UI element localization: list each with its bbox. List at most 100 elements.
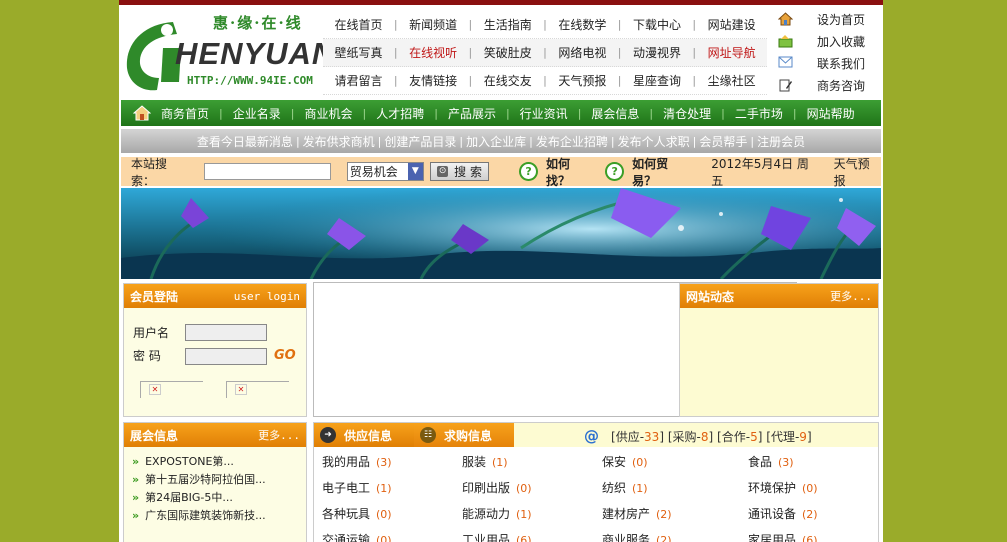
nav-item[interactable]: 展会信息 — [581, 105, 649, 122]
bullet-icon: » — [132, 455, 140, 468]
category-link[interactable]: 家居用品 (6) — [740, 531, 878, 542]
sub-nav-item[interactable]: 加入企业库 — [463, 133, 529, 150]
expo-header: 展会信息 更多... — [124, 423, 306, 447]
channel-link[interactable]: 天气预报 — [547, 72, 618, 89]
tab-supply[interactable]: ➜ 供应信息 — [314, 423, 414, 447]
expo-list: » EXPOSTONE第... » 第十五届沙特阿拉伯国... » 第24届BIG-5… — [124, 453, 306, 525]
expo-item-label: 第24届BIG-5中... — [145, 491, 233, 504]
expo-item[interactable]: » 广东国际建筑装饰新技... — [132, 507, 306, 525]
contact-us-link[interactable]: 联系我们 — [773, 52, 883, 74]
broken-image-icon[interactable]: ✕ — [140, 381, 203, 398]
sub-nav-item[interactable]: 注册会员 — [754, 133, 808, 150]
sub-nav-item[interactable]: 会员帮手 — [696, 133, 750, 150]
page: 惠·缘·在·线 HENYUAN HTTP://WWW.94IE.COM 在线首页… — [119, 0, 883, 542]
how-to-find-link[interactable]: ? 如何找？ — [519, 155, 593, 189]
nav-item[interactable]: 商务首页 — [151, 105, 219, 122]
category-link[interactable]: 交通运输 (0) — [314, 531, 454, 542]
channel-link[interactable]: 网址导航 — [696, 44, 767, 61]
quick-link-label: 商务咨询 — [817, 78, 866, 93]
sub-nav-item[interactable]: 发布供求商机 — [300, 133, 378, 150]
channel-link[interactable]: 尘缘社区 — [696, 72, 767, 89]
channel-link[interactable]: 生活指南 — [472, 16, 543, 33]
search-button[interactable]: ⊙ 搜 索 — [429, 162, 490, 181]
count-supply[interactable]: [供应-33] — [611, 428, 664, 445]
how-to-trade-link[interactable]: ? 如何贸易？ — [605, 155, 691, 189]
quick-link-label: 加入收藏 — [817, 34, 866, 49]
username-input[interactable] — [185, 324, 267, 341]
banner-image — [121, 188, 881, 279]
banner-flowers-image — [121, 188, 881, 279]
password-label: 密 码 — [133, 349, 161, 363]
category-link[interactable]: 纺织 (1) — [594, 479, 740, 505]
expo-item[interactable]: » 第十五届沙特阿拉伯国... — [132, 471, 306, 489]
sub-nav-item[interactable]: 发布企业招聘 — [533, 133, 611, 150]
sub-nav-item[interactable]: 查看今日最新消息 — [194, 133, 296, 150]
category-link[interactable]: 通讯设备 (2) — [740, 505, 878, 531]
expo-more-link[interactable]: 更多... — [258, 427, 300, 443]
channel-link[interactable]: 友情链接 — [398, 72, 469, 89]
expo-panel: 展会信息 更多... » EXPOSTONE第... » 第十五届沙特阿拉伯国...… — [123, 422, 307, 542]
tab-demand[interactable]: ☷ 求购信息 — [414, 423, 514, 447]
category-link[interactable]: 保安 (0) — [594, 453, 740, 479]
channel-link[interactable]: 网站建设 — [696, 16, 767, 33]
channel-link[interactable]: 新闻频道 — [398, 16, 469, 33]
add-favorite-link[interactable]: 加入收藏 — [773, 30, 883, 52]
channel-link[interactable]: 在线首页 — [323, 16, 394, 33]
channel-link[interactable]: 在线视听 — [398, 44, 469, 61]
channel-link[interactable]: 动漫视界 — [622, 44, 693, 61]
category-link[interactable]: 工业用品 (6) — [454, 531, 594, 542]
category-link[interactable]: 环境保护 (0) — [740, 479, 878, 505]
channel-link[interactable]: 星座查询 — [622, 72, 693, 89]
channel-link[interactable]: 壁纸写真 — [323, 44, 394, 61]
site-logo[interactable]: 惠·缘·在·线 HENYUAN HTTP://WWW.94IE.COM — [123, 12, 334, 96]
weather-link[interactable]: 天气预报 — [834, 155, 881, 189]
category-link[interactable]: 商业服务 (2) — [594, 531, 740, 542]
nav-item[interactable]: 企业名录 — [223, 105, 291, 122]
category-link[interactable]: 电子电工 (1) — [314, 479, 454, 505]
nav-item[interactable]: 产品展示 — [438, 105, 506, 122]
sub-nav-item[interactable]: 创建产品目录 — [381, 133, 459, 150]
search-input[interactable] — [204, 163, 331, 180]
search-category-select[interactable]: 贸易机会 ▼ — [346, 162, 424, 181]
set-homepage-link[interactable]: 设为首页 — [773, 8, 883, 30]
category-link[interactable]: 建材房产 (2) — [594, 505, 740, 531]
site-news-panel: 网站动态 更多... — [679, 283, 879, 417]
expo-title: 展会信息 — [130, 428, 179, 443]
nav-item[interactable]: 二手市场 — [725, 105, 793, 122]
channel-link[interactable]: 网络电视 — [547, 44, 618, 61]
nav-item[interactable]: 行业资讯 — [510, 105, 578, 122]
category-link[interactable]: 各种玩具 (0) — [314, 505, 454, 531]
nav-item[interactable]: 清仓处理 — [653, 105, 721, 122]
search-button-label: 搜 索 — [454, 165, 482, 179]
login-go-button[interactable]: GO — [274, 348, 296, 363]
nav-item[interactable]: 人才招聘 — [366, 105, 434, 122]
nav-item[interactable]: 商业机会 — [294, 105, 362, 122]
channel-link[interactable]: 在线数学 — [547, 16, 618, 33]
sub-nav-item[interactable]: 发布个人求职 — [615, 133, 693, 150]
channel-link[interactable]: 笑破肚皮 — [472, 44, 543, 61]
category-link[interactable]: 我的用品 (3) — [314, 453, 454, 479]
category-link[interactable]: 服装 (1) — [454, 453, 594, 479]
channel-link[interactable]: 在线交友 — [472, 72, 543, 89]
count-purchase[interactable]: [采购-8] — [668, 428, 713, 445]
broken-image-icon[interactable]: ✕ — [226, 381, 289, 398]
chevron-down-icon: ▼ — [407, 163, 423, 180]
count-cooperation[interactable]: [合作-5] — [717, 428, 762, 445]
nav-item[interactable]: 网站帮助 — [797, 105, 865, 122]
expo-item[interactable]: » 第24届BIG-5中... — [132, 489, 306, 507]
search-bar: 本站搜索： 贸易机会 ▼ ⊙ 搜 索 ? 如何找？ ? 如何贸易？ 2012年5月4… — [121, 155, 881, 189]
favorite-icon — [777, 34, 793, 48]
channel-link[interactable]: 请君留言 — [323, 72, 394, 89]
expo-item-label: 第十五届沙特阿拉伯国... — [145, 473, 266, 486]
count-agency[interactable]: [代理-9] — [766, 428, 811, 445]
business-consult-link[interactable]: 商务咨询 — [773, 74, 883, 96]
category-link[interactable]: 食品 (3) — [740, 453, 878, 479]
channel-row: 请君留言 | 友情链接 | 在线交友 | 天气预报 | 星座查询 | 尘缘社区 — [323, 67, 767, 95]
how-to-trade-label: 如何贸易？ — [632, 156, 669, 188]
password-input[interactable] — [185, 348, 267, 365]
site-news-more-link[interactable]: 更多... — [830, 288, 872, 304]
category-link[interactable]: 能源动力 (1) — [454, 505, 594, 531]
category-link[interactable]: 印刷出版 (0) — [454, 479, 594, 505]
channel-link[interactable]: 下载中心 — [622, 16, 693, 33]
expo-item[interactable]: » EXPOSTONE第... — [132, 453, 306, 471]
